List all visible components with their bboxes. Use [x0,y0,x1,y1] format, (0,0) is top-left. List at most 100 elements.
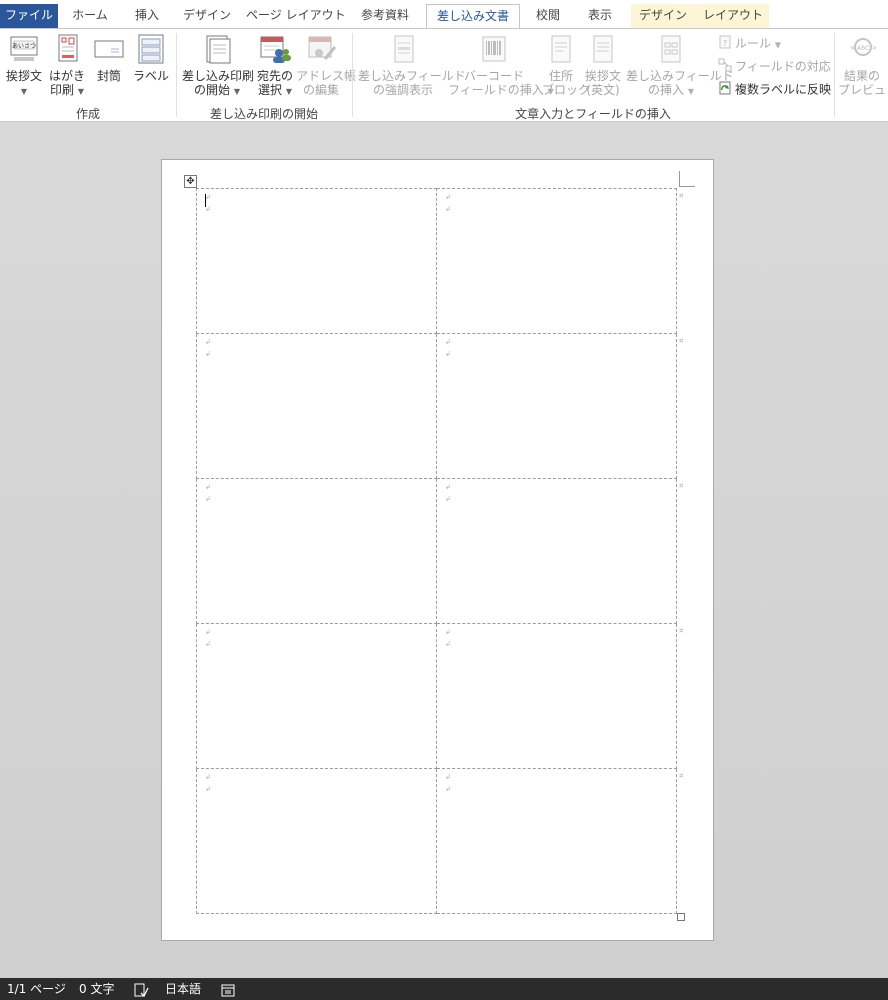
start-merge-label-1: 差し込み印刷 [182,69,255,83]
paragraph-mark: ↲ [445,785,451,793]
document-page[interactable]: ✥ ↲ ↲ ↲ ↲ ↲ ↲ ↲ ↲ ↲ ↲ ↲ ↲ ↲ ↲ ↲ ↲ ↲ ↲ ↲ ↲ ¤ ¤ ¤ ¤ ¤ [161,159,714,941]
envelope-button[interactable]: 封筒 [90,33,128,83]
tab-mailings[interactable]: 差し込み文書 [426,4,520,29]
label-table[interactable]: ↲ ↲ ↲ ↲ ↲ ↲ ↲ ↲ ↲ ↲ ↲ ↲ ↲ ↲ ↲ ↲ ↲ ↲ ↲ ↲ [196,188,677,914]
label-cell[interactable]: ↲ ↲ [436,478,677,624]
envelope-label: 封筒 [96,69,121,83]
highlight-merge-fields-button[interactable]: 差し込みフィールド の強調表示 [358,33,466,97]
preview-label-2: プレビュー [838,83,886,97]
label-cell[interactable]: ↲ ↲ [196,188,437,334]
start-mail-merge-button[interactable]: 差し込み印刷 の開始 ▼ [182,33,255,99]
page-count[interactable]: 1/1 ページ [7,978,66,1000]
macro-record-icon[interactable] [220,978,236,1000]
preview-results-button[interactable]: ABC « » 結果の プレビュー [838,33,886,97]
paragraph-mark: ↲ [445,483,451,491]
paragraph-mark: ↲ [445,338,451,346]
paragraph-mark: ↲ [445,495,451,503]
paragraph-mark: ↲ [445,193,451,201]
svg-text:?: ? [723,39,727,48]
table-row: ↲ ↲ ↲ ↲ [196,478,677,624]
mail-merge-doc-icon [206,35,231,64]
label-cell[interactable]: ↲ ↲ [196,478,437,624]
label-cell[interactable]: ↲ ↲ [196,768,437,914]
paragraph-mark: ↲ [205,350,211,358]
tab-insert[interactable]: 挿入 [126,4,168,28]
tab-home[interactable]: ホーム [66,4,114,28]
tab-review[interactable]: 校閲 [528,4,568,28]
labels-label: ラベル [132,69,169,83]
labels-button[interactable]: ラベル [132,33,170,83]
match-fields-label: フィールドの対応 [735,59,831,74]
label-cell[interactable]: ↲ ↲ [436,333,677,479]
label-cell[interactable]: ↲ ↲ [436,623,677,769]
row-end-mark: ¤ [679,192,684,200]
row-end-mark: ¤ [679,772,684,780]
edit-recipient-list-button[interactable]: アドレス帳 の編集 [296,33,356,97]
paragraph-mark: ↲ [205,193,211,201]
postcard-print-button[interactable]: はがき 印刷 ▼ [48,33,86,99]
address-block-button[interactable]: 住所 ブロック [542,33,590,97]
tab-table-design[interactable]: デザイン [636,4,690,28]
chevron-down-icon: ▼ [774,40,781,50]
paragraph-mark: ↲ [205,628,211,636]
paragraph-mark: ↲ [205,338,211,346]
paragraph-mark: ↲ [445,350,451,358]
paragraph-mark: ↲ [205,773,211,781]
tab-table-layout[interactable]: レイアウト [700,4,766,28]
paragraph-mark: ↲ [205,483,211,491]
barcode-label-2: フィールドの挿入 [448,83,544,97]
greeting-line-button[interactable]: 挨拶文 (英文) [582,33,624,97]
paragraph-mark: ↲ [205,495,211,503]
paragraph-mark: ↲ [445,773,451,781]
table-row: ↲ ↲ ↲ ↲ [196,188,677,334]
insert-merge-field-button[interactable]: 差し込みフィールド の挿入 ▼ [626,33,734,99]
rules-icon: ? [718,35,732,53]
document-area[interactable]: ✥ ↲ ↲ ↲ ↲ ↲ ↲ ↲ ↲ ↲ ↲ ↲ ↲ ↲ ↲ ↲ ↲ ↲ ↲ ↲ ↲ ¤ ¤ ¤ ¤ ¤ [0,122,888,978]
table-resize-handle[interactable] [677,913,685,921]
chevron-down-icon: ▼ [687,87,694,96]
status-bar: 1/1 ページ 0 文字 日本語 [0,978,888,1000]
insert-barcode-field-button[interactable]: バーコード フィールドの挿入 ▼ [448,33,554,99]
table-move-handle-icon[interactable]: ✥ [184,175,197,188]
greeting-line-icon [593,35,613,63]
label-cell[interactable]: ↲ ↲ [196,623,437,769]
proofing-icon[interactable] [133,978,149,1000]
tab-design[interactable]: デザイン [180,4,234,28]
address-block-icon [551,35,571,63]
row-end-mark: ¤ [679,482,684,490]
paragraph-mark: ↲ [205,205,211,213]
language-indicator[interactable]: 日本語 [165,978,201,1000]
update-labels-button[interactable]: 複数ラベルに反映 [718,81,831,99]
word-count[interactable]: 0 文字 [79,978,114,1000]
greeting-button[interactable]: あいさつ 挨拶文 ▼ [4,33,44,99]
update-labels-label: 複数ラベルに反映 [735,82,832,97]
chevron-down-icon: ▼ [20,87,28,96]
recipients-label-1: 宛先の [256,69,293,83]
tab-references[interactable]: 参考資料 [354,4,416,28]
insert-field-icon [661,35,681,63]
label-cell[interactable]: ↲ ↲ [196,333,437,479]
table-row: ↲ ↲ ↲ ↲ [196,768,677,914]
svg-text:»: » [872,43,877,52]
label-cell[interactable]: ↲ ↲ [436,188,677,334]
group-separator [176,33,177,117]
select-recipients-button[interactable]: 宛先の 選択 ▼ [254,33,296,99]
preview-abc-icon: ABC « » [850,38,877,56]
label-cell[interactable]: ↲ ↲ [436,768,677,914]
tab-page-layout[interactable]: ページ レイアウト [246,4,346,28]
table-row: ↲ ↲ ↲ ↲ [196,623,677,769]
recipients-icon [260,36,291,63]
recipients-label-2: 選択 [258,83,283,97]
rules-label: ルール [735,36,772,51]
rules-button[interactable]: ? ルール ▼ [718,35,781,54]
barcode-label-1: バーコード [463,69,524,83]
svg-text:«: « [850,43,855,52]
tab-file[interactable]: ファイル [0,4,58,28]
svg-text:あいさつ: あいさつ [12,43,36,50]
chevron-down-icon: ▼ [77,87,84,96]
postcard-label-1: はがき [48,69,85,83]
postcard-label-2: 印刷 [50,83,75,97]
match-fields-button[interactable]: フィールドの対応 [718,58,831,76]
tab-view[interactable]: 表示 [578,4,622,28]
paragraph-mark: ↲ [445,640,451,648]
